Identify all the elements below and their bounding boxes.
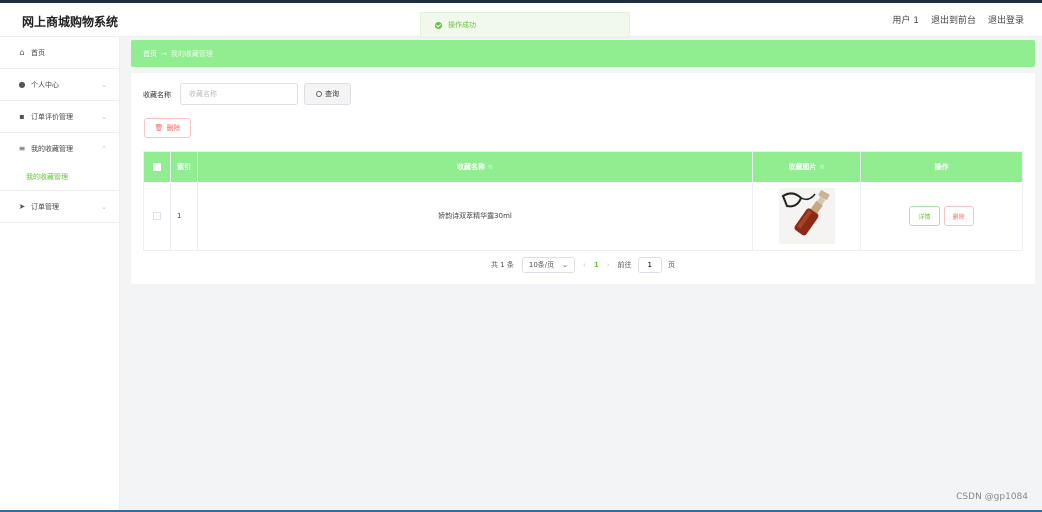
goto-page: 前往 页 — [618, 257, 675, 273]
batch-delete-button[interactable]: 🗑 删除 — [144, 118, 191, 138]
success-check-icon — [435, 21, 442, 29]
chevron-up-icon: ⌃ — [101, 144, 107, 153]
column-image: 收藏图片 ⇅ — [753, 152, 861, 182]
app-title: 网上商城购物系统 — [22, 15, 119, 29]
row-checkbox[interactable] — [153, 212, 161, 220]
sidebar-item-profile[interactable]: ● 个人中心 ⌄ — [0, 69, 119, 100]
sidebar-item-home[interactable]: ⌂ 首页 — [0, 37, 119, 68]
main-content: 首页 → 我的收藏管理 收藏名称 收藏名称 查询 🗑 删除 索引 收藏名称 ⇅ … — [131, 40, 1035, 284]
table-row: 1 娇韵诗双萃精华露30ml 详情 删除 — [144, 182, 1022, 250]
app-root: 网上商城购物系统 用户 1 退出到前台 退出登录 操作成功 ⌂ 首页 ● 个人中… — [0, 0, 1042, 512]
user-icon: ● — [18, 80, 26, 89]
home-icon: ⌂ — [19, 48, 25, 57]
sidebar-item-favorites[interactable]: ≡ 我的收藏管理 ⌃ — [0, 133, 119, 164]
prev-page-icon[interactable]: ‹ — [583, 261, 586, 269]
logout-link[interactable]: 退出登录 — [988, 13, 1024, 26]
row-delete-button[interactable]: 删除 — [943, 206, 974, 226]
pagination-total: 共 1 条 — [490, 261, 514, 269]
breadcrumb-arrow: → — [161, 49, 167, 58]
send-icon: ➤ — [18, 202, 26, 211]
page-size-select[interactable]: 10条/页 ⌄ — [521, 257, 576, 273]
success-toast: 操作成功 — [420, 12, 630, 38]
breadcrumb-home[interactable]: 首页 — [143, 49, 157, 59]
delete-label: 删除 — [166, 124, 181, 132]
sidebar-subitem-favorites[interactable]: 我的收藏管理 — [0, 164, 119, 190]
sidebar-item-label: 我的收藏管理 — [31, 144, 73, 153]
perfume-product-image[interactable] — [778, 188, 835, 244]
favorites-table: 索引 收藏名称 ⇅ 收藏图片 ⇅ 操作 1 娇韵诗双萃精华露30ml 详情 删除 — [143, 151, 1023, 251]
sidebar: ⌂ 首页 ● 个人中心 ⌄ ▪ 订单评价管理 ⌄ ≡ 我的收藏管理 ⌃ 我的收藏… — [0, 37, 120, 512]
column-index: 索引 — [171, 152, 198, 182]
trash-icon: 🗑 — [154, 124, 164, 132]
sort-icon[interactable]: ⇅ — [488, 164, 493, 171]
content-panel: 收藏名称 收藏名称 查询 🗑 删除 索引 收藏名称 ⇅ 收藏图片 ⇅ 操作 1 … — [131, 73, 1035, 284]
chevron-down-icon: ⌄ — [101, 112, 107, 121]
column-name-label: 收藏名称 — [456, 163, 485, 171]
breadcrumb: 首页 → 我的收藏管理 — [131, 40, 1035, 67]
sort-icon[interactable]: ⇅ — [819, 164, 824, 171]
search-input[interactable]: 收藏名称 — [180, 83, 298, 105]
header-links: 用户 1 退出到前台 退出登录 — [892, 13, 1024, 26]
column-name[interactable]: 收藏名称 ⇅ — [198, 152, 753, 182]
divider — [0, 222, 119, 223]
chevron-down-icon: ⌄ — [101, 202, 107, 211]
page-number-current[interactable]: 1 — [594, 261, 599, 269]
header-checkbox-cell — [144, 152, 171, 182]
product-image-graphic — [778, 188, 835, 244]
row-ops: 详情 删除 — [861, 182, 1022, 250]
pagination: 共 1 条 10条/页 ⌄ ‹ 1 › 前往 页 — [131, 257, 1035, 273]
table-header: 索引 收藏名称 ⇅ 收藏图片 ⇅ 操作 — [144, 152, 1022, 182]
chevron-down-icon: ⌄ — [101, 80, 107, 89]
trash-icon: ▪ — [19, 112, 25, 121]
breadcrumb-current: 我的收藏管理 — [170, 49, 213, 58]
sidebar-item-label: 订单评价管理 — [31, 112, 73, 121]
row-name: 娇韵诗双萃精华露30ml — [198, 182, 753, 250]
row-image-cell — [753, 182, 861, 250]
search-button-label: 查询 — [325, 90, 339, 98]
search-button[interactable]: 查询 — [304, 83, 351, 105]
watermark: CSDN @gp1084 — [956, 492, 1028, 502]
row-checkbox-cell — [144, 182, 171, 250]
next-page-icon[interactable]: › — [607, 261, 610, 269]
sidebar-item-label: 订单管理 — [31, 202, 59, 211]
sidebar-item-order-reviews[interactable]: ▪ 订单评价管理 ⌄ — [0, 101, 119, 132]
sort-icon: ≡ — [18, 144, 26, 153]
chevron-down-icon: ⌄ — [562, 261, 569, 269]
toast-message: 操作成功 — [448, 21, 476, 29]
sidebar-item-orders[interactable]: ➤ 订单管理 ⌄ — [0, 191, 119, 222]
search-icon — [316, 91, 322, 97]
user-name[interactable]: 用户 1 — [892, 13, 919, 26]
select-all-checkbox[interactable] — [153, 163, 161, 171]
page-size-value: 10条/页 — [528, 261, 555, 269]
goto-prefix: 前往 — [617, 261, 632, 269]
search-label: 收藏名称 — [143, 91, 171, 99]
row-index: 1 — [171, 182, 198, 250]
exit-front-link[interactable]: 退出到前台 — [931, 13, 976, 26]
sidebar-item-label: 首页 — [31, 48, 45, 57]
column-image-label: 收藏图片 — [788, 163, 817, 171]
goto-page-input[interactable] — [637, 257, 662, 273]
detail-button[interactable]: 详情 — [909, 206, 940, 226]
goto-suffix: 页 — [668, 261, 675, 269]
column-ops: 操作 — [934, 163, 949, 171]
sidebar-item-label: 个人中心 — [31, 80, 59, 89]
